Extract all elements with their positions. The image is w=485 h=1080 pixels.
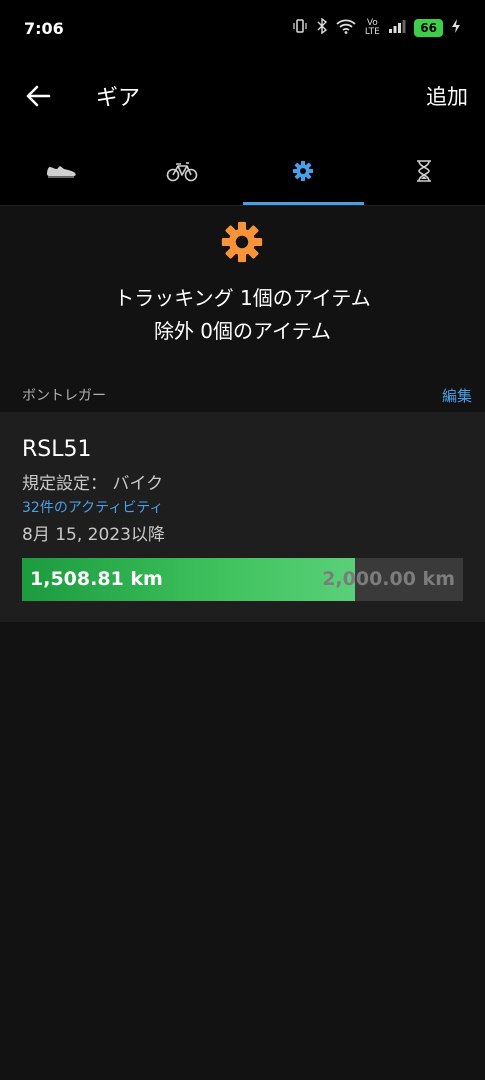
tracking-count: トラッキング 1個のアイテム xyxy=(114,286,371,310)
back-arrow-icon xyxy=(26,85,51,107)
tab-shoes[interactable] xyxy=(0,136,121,205)
edit-button[interactable]: 編集 xyxy=(442,385,472,406)
tab-history[interactable] xyxy=(364,136,485,205)
shoe-icon xyxy=(46,165,76,178)
bluetooth-icon xyxy=(316,17,328,38)
back-button[interactable] xyxy=(0,56,76,136)
signal-icon xyxy=(388,18,406,38)
hourglass-icon xyxy=(417,159,432,182)
vibrate-icon xyxy=(292,18,308,38)
gear-type-tabs xyxy=(0,136,485,206)
add-button[interactable]: 追加 xyxy=(426,81,468,111)
activities-link[interactable]: 32件のアクティビティ xyxy=(22,497,163,517)
section-header: ボントレガー 編集 xyxy=(0,380,485,410)
since-date: 8月 15, 2023以降 xyxy=(22,525,165,545)
charging-icon xyxy=(451,18,461,38)
gear-summary: トラッキング 1個のアイテム 除外 0個のアイテム xyxy=(0,206,485,376)
goal-distance: 2,000.00 km xyxy=(322,568,455,590)
status-bar: 7:06 Vo LTE 66 xyxy=(0,0,485,56)
default-setting: 規定設定： バイク xyxy=(22,474,164,494)
gear-icon xyxy=(293,160,314,181)
status-icons: Vo LTE 66 xyxy=(292,17,461,38)
volte-label: Vo LTE xyxy=(364,18,380,37)
battery-level: 66 xyxy=(414,19,443,37)
current-distance: 1,508.81 km xyxy=(30,568,163,590)
tab-bikes[interactable] xyxy=(121,136,242,205)
wifi-icon xyxy=(336,18,356,38)
app-bar: ギア 追加 xyxy=(0,56,485,136)
gear-item-card[interactable]: RSL51 規定設定： バイク 32件のアクティビティ 8月 15, 2023以… xyxy=(0,412,485,622)
gear-name: RSL51 xyxy=(22,437,92,462)
status-time: 7:06 xyxy=(24,18,64,38)
brand-label: ボントレガー xyxy=(22,388,106,404)
tab-other-gear[interactable] xyxy=(242,136,365,205)
page-title: ギア xyxy=(96,86,141,111)
gear-icon xyxy=(221,221,263,263)
excluded-count: 除外 0個のアイテム xyxy=(153,319,332,343)
bike-icon xyxy=(166,161,198,181)
distance-progress-bar: 2,000.00 km 1,508.81 km xyxy=(22,558,463,601)
